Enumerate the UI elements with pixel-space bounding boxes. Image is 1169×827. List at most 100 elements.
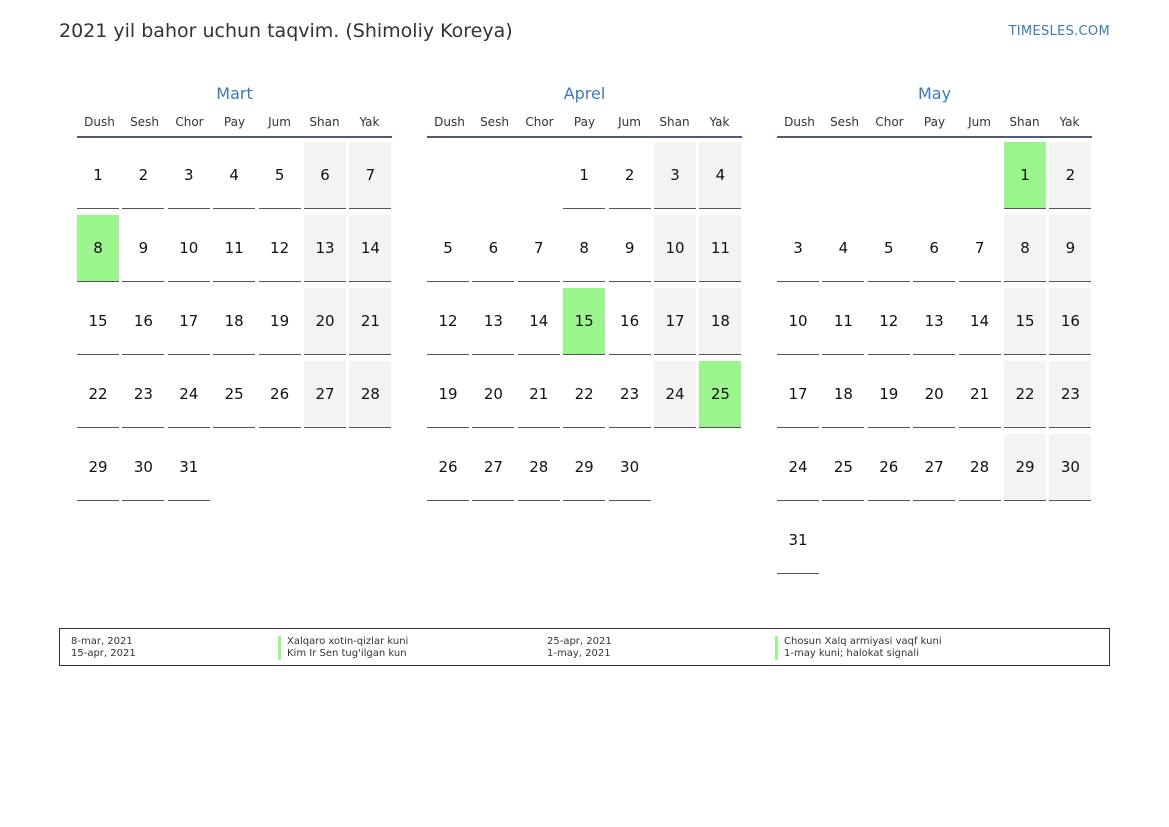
day-cell: 10	[654, 215, 696, 282]
weekday-label: Jum	[968, 115, 991, 129]
day-cell: 29	[77, 434, 119, 501]
weekday-header: Dush Sesh Chor Pay Jum Shan Yak	[77, 114, 392, 138]
month-name: May	[917, 84, 952, 103]
page-title: 2021 yil bahor uchun taqvim. (Shimoliy K…	[59, 20, 513, 42]
day-cell: 25	[822, 434, 865, 501]
day-cell: 16	[608, 288, 651, 355]
legend-date: 8-mar, 2021	[71, 636, 133, 647]
day-cell: 12	[867, 288, 910, 355]
day-cell: 31	[167, 434, 210, 501]
weekday-label: Shan	[309, 115, 340, 129]
weekday-label: Jum	[618, 115, 641, 129]
weekday-label: Jum	[268, 115, 291, 129]
day-cell: 5	[427, 215, 469, 282]
day-cell: 10	[167, 215, 210, 282]
day-cell: 24	[777, 434, 819, 501]
day-cell: 16	[1049, 288, 1092, 355]
day-cell: 7	[958, 215, 1001, 282]
month-aprel: Aprel Dush Sesh Chor Pay Jum Shan Yak 1 2 3 4 5 6 7 8 9 1…	[427, 84, 742, 501]
weekday-label: Dush	[84, 115, 115, 129]
day-cell: 20	[304, 288, 346, 355]
day-cell: 6	[472, 215, 515, 282]
day-cell: 18	[822, 361, 865, 428]
day-cell: 23	[1049, 361, 1092, 428]
weekday-label: Yak	[359, 115, 380, 129]
day-cell: 14	[517, 288, 560, 355]
legend-holiday-name: 1-may kuni; halokat signali	[775, 648, 919, 660]
weekday-header: Dush Sesh Chor Pay Jum Shan Yak	[427, 114, 742, 138]
day-cell: 24	[654, 361, 696, 428]
day-cell: 21	[517, 361, 560, 428]
day-cell: 14	[958, 288, 1001, 355]
weekday-label: Pay	[223, 115, 246, 129]
day-cell: 17	[167, 288, 210, 355]
day-cell: 28	[958, 434, 1001, 501]
day-cell: 22	[563, 361, 606, 428]
site-link[interactable]: TIMESLES.COM	[1009, 24, 1110, 39]
day-cell: 22	[1004, 361, 1046, 428]
day-cell: 23	[122, 361, 165, 428]
day-cell: 2	[1049, 142, 1092, 209]
day-cell: 6	[913, 215, 956, 282]
day-cell: 22	[77, 361, 119, 428]
day-cell: 10	[777, 288, 819, 355]
day-cell: 20	[472, 361, 515, 428]
day-cell: 3	[167, 142, 210, 209]
day-cell: 20	[913, 361, 956, 428]
holiday-day-cell: 15	[563, 288, 606, 355]
weekday-label: Sesh	[830, 115, 859, 129]
day-cell: 2	[122, 142, 165, 209]
day-cell: 14	[349, 215, 392, 282]
day-cell: 7	[517, 215, 560, 282]
day-cell: 15	[77, 288, 119, 355]
day-cell: 28	[349, 361, 392, 428]
day-cell: 11	[213, 215, 256, 282]
month-mart: Mart Dush Sesh Chor Pay Jum Shan Yak 1 2 3 4 5 6 7 8 9 10…	[77, 84, 392, 501]
holiday-legend: 8-mar, 2021 15-apr, 2021 Xalqaro xotin-q…	[59, 628, 1110, 666]
day-cell: 27	[304, 361, 346, 428]
day-cell: 4	[822, 215, 865, 282]
day-cell: 9	[1049, 215, 1092, 282]
day-cell: 13	[913, 288, 956, 355]
day-cell: 23	[608, 361, 651, 428]
day-cell: 4	[213, 142, 256, 209]
day-cell: 28	[517, 434, 560, 501]
day-cell: 21	[958, 361, 1001, 428]
day-cell: 18	[213, 288, 256, 355]
day-cell: 1	[77, 142, 119, 209]
day-cell: 24	[167, 361, 210, 428]
legend-date: 1-may, 2021	[547, 648, 611, 659]
weekday-header: Dush Sesh Chor Pay Jum Shan Yak	[777, 114, 1092, 138]
day-cell: 19	[867, 361, 910, 428]
holiday-day-cell: 1	[1004, 142, 1046, 209]
day-cell: 27	[913, 434, 956, 501]
weekday-label: Chor	[175, 115, 204, 129]
weekday-label: Sesh	[480, 115, 509, 129]
month-name: Mart	[216, 84, 253, 103]
weekday-label: Dush	[784, 115, 815, 129]
weekday-label: Yak	[709, 115, 730, 129]
day-cell: 31	[777, 507, 819, 574]
day-cell: 18	[699, 288, 742, 355]
day-cell: 30	[122, 434, 165, 501]
day-cell: 9	[608, 215, 651, 282]
day-cell: 27	[472, 434, 515, 501]
legend-date: 25-apr, 2021	[547, 636, 612, 647]
day-cell: 21	[349, 288, 392, 355]
day-cell: 11	[699, 215, 742, 282]
day-cell: 29	[1004, 434, 1046, 501]
day-cell: 13	[304, 215, 346, 282]
weekday-label: Pay	[923, 115, 946, 129]
legend-holiday-name: Chosun Xalq armiyasi vaqf kuni	[775, 636, 942, 648]
day-cell: 29	[563, 434, 606, 501]
day-cell: 8	[563, 215, 606, 282]
day-cell: 30	[608, 434, 651, 501]
day-cell: 17	[654, 288, 696, 355]
day-cell: 8	[1004, 215, 1046, 282]
day-cell: 7	[349, 142, 392, 209]
day-cell: 15	[1004, 288, 1046, 355]
day-cell: 1	[563, 142, 606, 209]
day-cell: 6	[304, 142, 346, 209]
legend-date: 15-apr, 2021	[71, 648, 136, 659]
day-cell: 5	[867, 215, 910, 282]
